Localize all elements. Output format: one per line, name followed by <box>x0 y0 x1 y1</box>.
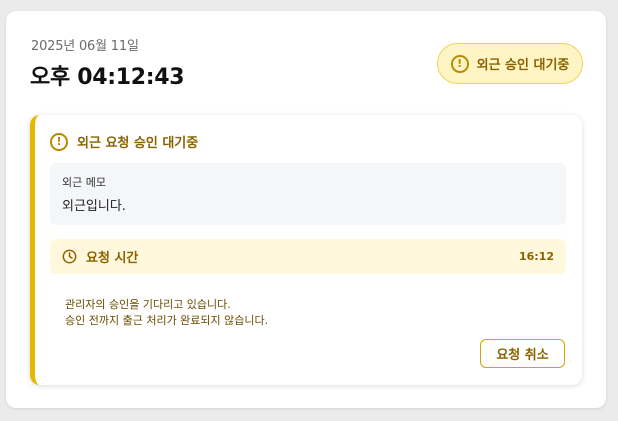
current-date: 2025년 06월 11일 <box>31 39 139 54</box>
attendance-card: 2025년 06월 11일 오후 04:12:43 ! 외근 승인 대기중 ! … <box>6 11 606 408</box>
request-time-label: 요청 시간 <box>86 251 139 266</box>
notice-line: 관리자의 승인을 기다리고 있습니다. <box>65 298 231 311</box>
status-badge-label: 외근 승인 대기중 <box>476 58 570 73</box>
request-panel-title: 외근 요청 승인 대기중 <box>77 136 199 151</box>
memo-box: 외근 메모 외근입니다. <box>50 163 566 225</box>
approval-notice: 관리자의 승인을 기다리고 있습니다. 승인 전까지 출근 처리가 완료되지 않… <box>65 297 268 329</box>
request-panel-header: ! 외근 요청 승인 대기중 <box>50 132 198 151</box>
request-time-row: 요청 시간 16:12 <box>50 239 566 274</box>
memo-text: 외근입니다. <box>62 199 126 214</box>
exclamation-circle-icon: ! <box>450 54 469 73</box>
notice-line: 승인 전까지 출근 처리가 완료되지 않습니다. <box>65 314 269 327</box>
request-time-value: 16:12 <box>518 250 554 263</box>
cancel-request-button[interactable]: 요청 취소 <box>480 339 565 368</box>
memo-label: 외근 메모 <box>62 176 106 189</box>
clock-icon <box>62 249 77 264</box>
request-panel: ! 외근 요청 승인 대기중 외근 메모 외근입니다. 요청 시간 16:12 … <box>30 115 582 385</box>
current-time: 오후 04:12:43 <box>30 65 185 90</box>
exclamation-circle-icon: ! <box>50 132 68 151</box>
status-badge: ! 외근 승인 대기중 <box>437 43 583 84</box>
